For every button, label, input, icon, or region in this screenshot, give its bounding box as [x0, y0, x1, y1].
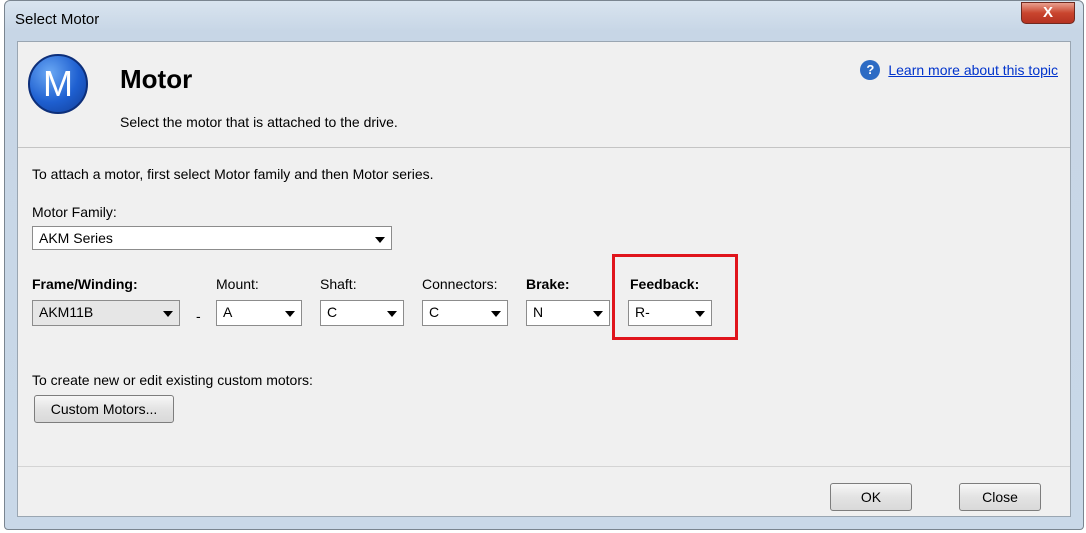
window-title: Select Motor: [15, 11, 100, 28]
chevron-down-icon: [163, 311, 173, 317]
frame-separator: -: [196, 308, 201, 324]
instruction-text: To attach a motor, first select Motor fa…: [32, 166, 434, 182]
connectors-value: C: [429, 304, 440, 320]
ok-button[interactable]: OK: [830, 483, 912, 511]
brake-value: N: [533, 304, 544, 320]
mount-label: Mount:: [216, 276, 259, 292]
frame-winding-label: Frame/Winding:: [32, 276, 138, 292]
page-subtitle: Select the motor that is attached to the…: [120, 114, 398, 130]
page-title: Motor: [120, 64, 193, 94]
custom-motors-label: To create new or edit existing custom mo…: [32, 372, 313, 388]
title-bar: Select Motor X: [5, 1, 1083, 39]
custom-motors-button[interactable]: Custom Motors...: [34, 395, 174, 423]
chevron-down-icon: [375, 237, 385, 243]
motor-family-select[interactable]: AKM Series: [32, 226, 392, 250]
chevron-down-icon: [387, 311, 397, 317]
window-close-button[interactable]: X: [1021, 2, 1075, 24]
chevron-down-icon: [491, 311, 501, 317]
feedback-highlight-box: [612, 254, 738, 340]
brake-select[interactable]: N: [526, 300, 610, 326]
frame-winding-value: AKM11B: [39, 304, 94, 320]
shaft-label: Shaft:: [320, 276, 357, 292]
shaft-select[interactable]: C: [320, 300, 404, 326]
motor-family-value: AKM Series: [39, 230, 113, 246]
brake-label: Brake:: [526, 276, 570, 292]
question-icon[interactable]: ?: [860, 60, 881, 80]
connectors-select[interactable]: C: [422, 300, 508, 326]
motor-family-label: Motor Family:: [32, 204, 117, 220]
footer-divider: [18, 466, 1070, 467]
mount-value: A: [223, 304, 233, 320]
learn-more-link[interactable]: Learn more about this topic: [888, 62, 1058, 78]
header-divider: [18, 147, 1070, 148]
select-motor-dialog: Select Motor X M Motor Select the motor …: [4, 0, 1084, 530]
motor-logo-icon: M: [28, 54, 88, 114]
dialog-content: M Motor Select the motor that is attache…: [17, 41, 1071, 517]
chevron-down-icon: [593, 311, 603, 317]
connectors-label: Connectors:: [422, 276, 498, 292]
frame-winding-select[interactable]: AKM11B: [32, 300, 180, 326]
close-button[interactable]: Close: [959, 483, 1041, 511]
mount-select[interactable]: A: [216, 300, 302, 326]
help-link-group[interactable]: ? Learn more about this topic: [860, 60, 1058, 80]
chevron-down-icon: [285, 311, 295, 317]
shaft-value: C: [327, 304, 338, 320]
